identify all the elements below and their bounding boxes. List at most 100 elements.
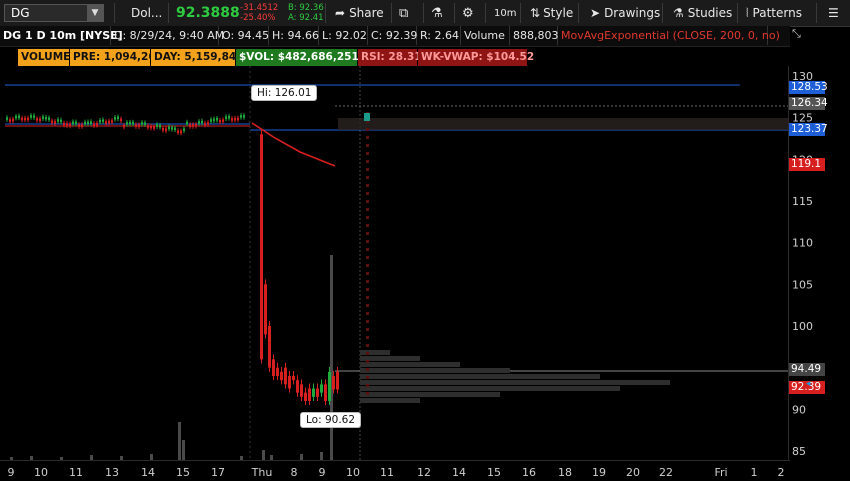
time-tick-label: 10	[346, 466, 360, 479]
tpo-dot	[366, 368, 369, 371]
price-label: 123.37	[789, 123, 828, 136]
candle-body	[24, 117, 26, 121]
time-tick-label: 14	[141, 466, 155, 479]
profile-row	[360, 386, 620, 391]
candle-body	[168, 126, 170, 130]
candle-body	[320, 384, 323, 393]
candle-body	[30, 115, 32, 118]
volume-bar	[262, 450, 265, 460]
tpo-dot	[366, 192, 369, 195]
candle-body	[138, 124, 140, 127]
price-tick-label: 105	[792, 278, 813, 291]
tpo-dot	[366, 128, 369, 131]
tpo-dot	[366, 216, 369, 219]
time-tick-label: 16	[522, 466, 536, 479]
candle-body	[308, 388, 311, 401]
time-axis-border	[0, 460, 790, 461]
tpo-dot	[366, 344, 369, 347]
profile-row	[360, 380, 670, 385]
candle-body	[328, 371, 331, 401]
candle-body	[120, 118, 122, 122]
candle-body	[63, 122, 65, 126]
candle-body	[60, 119, 62, 123]
profile-row	[360, 362, 460, 367]
candle-body	[222, 119, 224, 122]
volume-bar	[182, 440, 185, 460]
candle-body	[54, 121, 56, 124]
candle-body	[159, 124, 161, 128]
candle-body	[207, 122, 209, 125]
time-tick-label: 12	[417, 466, 431, 479]
tpo-dot	[366, 304, 369, 307]
candle-body	[183, 128, 185, 131]
candle-body	[288, 376, 291, 389]
tpo-dot	[366, 360, 369, 363]
volume-bars	[10, 255, 333, 460]
candle-body	[300, 384, 303, 397]
candle-body	[66, 123, 68, 126]
volume-bar	[240, 456, 243, 460]
candle-body	[272, 359, 275, 376]
candle-body	[165, 128, 167, 132]
candle-body	[9, 119, 11, 122]
candle-body	[216, 118, 218, 121]
tpo-dot	[366, 224, 369, 227]
tpo-dot	[366, 240, 369, 243]
volume-bar	[270, 455, 273, 460]
candle-body	[162, 128, 164, 131]
price-tick-label: 115	[792, 195, 813, 208]
tpo-dot	[366, 272, 369, 275]
volume-profile	[360, 112, 670, 403]
candle-body	[150, 125, 152, 129]
candle-body	[90, 121, 92, 124]
candle-body	[189, 124, 191, 127]
volume-bar	[300, 454, 303, 460]
candle-body	[129, 121, 131, 125]
candle-body	[72, 121, 74, 124]
candle-body	[12, 118, 14, 122]
tpo-dot	[366, 312, 369, 315]
candle-body	[141, 122, 143, 125]
tpo-open-marker	[364, 113, 370, 121]
tpo-dot	[366, 352, 369, 355]
tpo-dot	[366, 232, 369, 235]
price-tick-label: 110	[792, 237, 813, 250]
current-price-marker-icon: ◂	[806, 379, 811, 389]
candle-body	[276, 367, 279, 376]
candle-body	[210, 119, 212, 122]
low-callout: Lo: 90.62	[300, 412, 362, 428]
candle-body	[33, 115, 35, 118]
time-tick-label: 9	[319, 466, 326, 479]
time-tick-label: 20	[626, 466, 640, 479]
candle-body	[195, 123, 197, 127]
candle-body	[21, 117, 23, 121]
time-tick-label: 8	[291, 466, 298, 479]
candle-body	[268, 326, 271, 368]
candle-body	[296, 380, 299, 393]
candle-body	[123, 124, 125, 128]
price-tick-label: 85	[792, 445, 806, 458]
tpo-dot	[366, 248, 369, 251]
tpo-dot	[366, 328, 369, 331]
time-tick-label: 10	[34, 466, 48, 479]
candle-body	[192, 124, 194, 127]
high-callout: Hi: 126.01	[251, 85, 318, 101]
profile-row	[360, 374, 600, 379]
candle-body	[292, 376, 295, 381]
candle-body	[111, 120, 113, 123]
price-label: 128.53	[789, 81, 828, 94]
time-tick-label: Thu	[251, 466, 273, 479]
time-tick-label: 13	[105, 466, 119, 479]
candle-body	[117, 116, 119, 120]
candle-body	[87, 121, 89, 125]
tpo-dot	[366, 296, 369, 299]
price-chart[interactable]: 130125120115110105100959085 910111314151…	[0, 0, 850, 481]
candle-body	[201, 120, 203, 124]
candle-body	[135, 124, 137, 127]
candle-body	[84, 121, 86, 125]
candle-body	[180, 130, 182, 134]
tpo-dot	[366, 176, 369, 179]
candle-body	[105, 121, 107, 124]
candle-body	[316, 388, 319, 397]
tpo-dot	[366, 264, 369, 267]
